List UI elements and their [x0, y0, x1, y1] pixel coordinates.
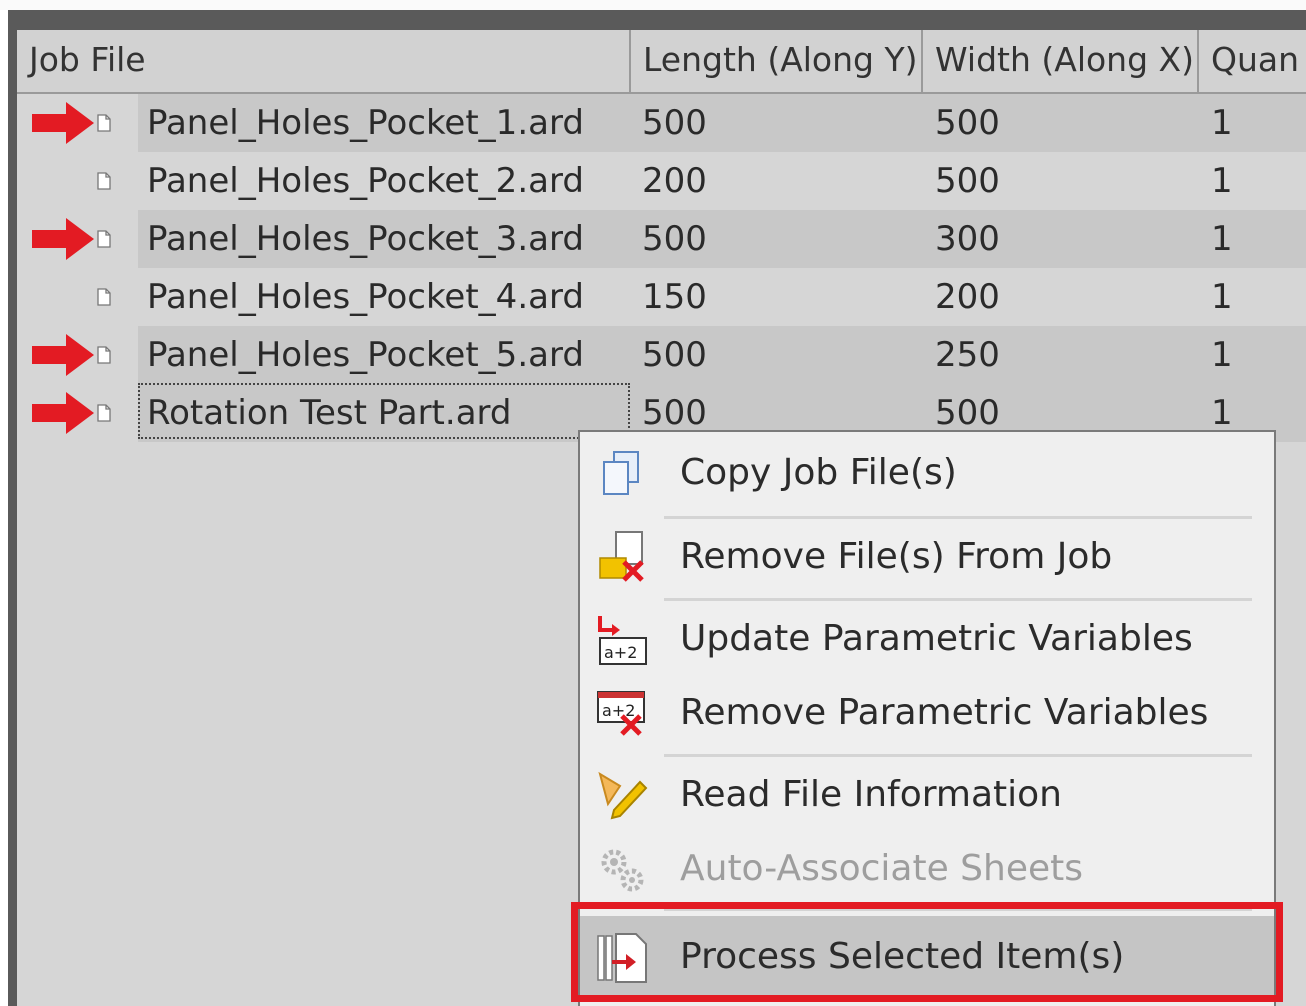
menu-separator — [664, 754, 1252, 757]
file-icon — [97, 346, 111, 364]
table-row[interactable]: Panel_Holes_Pocket_1.ard 500 500 1 — [17, 94, 1306, 152]
menu-item-auto-associate-sheets[interactable]: Auto-Associate Sheets — [580, 834, 1274, 906]
cell-job-file: Panel_Holes_Pocket_2.ard — [147, 161, 584, 201]
highlight-annotation-box — [571, 902, 1283, 1002]
menu-separator — [664, 598, 1252, 601]
menu-item-label: Update Parametric Variables — [680, 618, 1193, 659]
cell-job-file: Panel_Holes_Pocket_3.ard — [147, 219, 584, 259]
menu-item-read-file-information[interactable]: Read File Information — [580, 760, 1274, 832]
table-row[interactable]: Panel_Holes_Pocket_3.ard 500 300 1 — [17, 210, 1306, 268]
cell-length: 500 — [642, 219, 707, 259]
file-icon — [97, 288, 111, 306]
cell-length: 150 — [642, 277, 707, 317]
file-icon — [97, 114, 111, 132]
cell-width: 250 — [935, 335, 1000, 375]
table-row[interactable]: Panel_Holes_Pocket_2.ard 200 500 1 — [17, 152, 1306, 210]
red-arrow-marker — [32, 218, 94, 260]
table-row[interactable]: Panel_Holes_Pocket_5.ard 500 250 1 — [17, 326, 1306, 384]
cell-quantity: 1 — [1211, 161, 1233, 201]
cell-job-file: Panel_Holes_Pocket_5.ard — [147, 335, 584, 375]
menu-item-copy-job-files[interactable]: Copy Job File(s) — [580, 438, 1274, 510]
red-arrow-marker — [32, 102, 94, 144]
cell-job-file: Panel_Holes_Pocket_4.ard — [147, 277, 584, 317]
remove-variables-icon: a+2 — [597, 691, 645, 736]
menu-item-label: Copy Job File(s) — [680, 452, 957, 493]
cell-width: 500 — [935, 161, 1000, 201]
file-icon — [97, 172, 111, 190]
read-info-icon — [598, 771, 648, 820]
table-row[interactable]: Panel_Holes_Pocket_4.ard 150 200 1 — [17, 268, 1306, 326]
file-icon — [97, 404, 111, 422]
menu-item-remove-files-from-job[interactable]: Remove File(s) From Job — [580, 522, 1274, 594]
top-strip — [0, 0, 1306, 10]
cell-length: 500 — [642, 335, 707, 375]
red-arrow-marker — [32, 334, 94, 376]
menu-item-update-parametric-variables[interactable]: a+2 Update Parametric Variables — [580, 604, 1274, 678]
cell-job-file: Panel_Holes_Pocket_1.ard — [147, 103, 584, 143]
cell-width: 300 — [935, 219, 1000, 259]
menu-item-label: Remove Parametric Variables — [680, 692, 1209, 733]
cell-width: 500 — [935, 103, 1000, 143]
menu-item-label: Remove File(s) From Job — [680, 536, 1113, 577]
gears-icon — [601, 849, 644, 892]
red-arrow-marker — [32, 392, 94, 434]
svg-text:a+2: a+2 — [604, 643, 637, 662]
column-header-job-file[interactable]: Job File — [17, 30, 631, 92]
menu-item-remove-parametric-variables[interactable]: a+2 Remove Parametric Variables — [580, 680, 1274, 752]
file-icon — [97, 230, 111, 248]
cell-quantity: 1 — [1211, 103, 1233, 143]
cell-width: 200 — [935, 277, 1000, 317]
cell-length: 200 — [642, 161, 707, 201]
update-variables-icon: a+2 — [598, 616, 647, 665]
cell-quantity: 1 — [1211, 277, 1233, 317]
svg-text:a+2: a+2 — [602, 701, 635, 720]
column-header-length[interactable]: Length (Along Y) — [631, 30, 923, 92]
menu-item-label: Read File Information — [680, 774, 1062, 815]
menu-separator — [664, 516, 1252, 519]
cell-quantity: 1 — [1211, 335, 1233, 375]
remove-file-icon — [599, 531, 644, 582]
grid-header: Job File Length (Along Y) Width (Along X… — [17, 30, 1306, 94]
copy-icon — [603, 451, 639, 495]
column-header-quantity[interactable]: Quan — [1199, 30, 1306, 92]
focus-rectangle — [138, 383, 630, 439]
menu-item-label: Auto-Associate Sheets — [680, 848, 1084, 889]
cell-length: 500 — [642, 103, 707, 143]
cell-quantity: 1 — [1211, 219, 1233, 259]
column-header-width[interactable]: Width (Along X) — [923, 30, 1199, 92]
